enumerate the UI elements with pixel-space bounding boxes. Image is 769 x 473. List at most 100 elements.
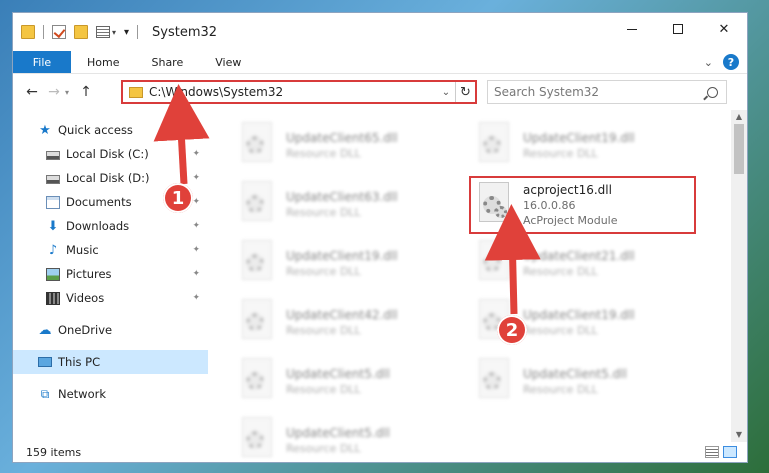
pin-icon[interactable]: ✦ bbox=[192, 293, 200, 303]
file-type: Resource DLL bbox=[523, 264, 598, 278]
nav-label: Local Disk (C:) bbox=[66, 147, 149, 161]
file-type: Resource DLL bbox=[286, 205, 361, 219]
pin-icon[interactable]: ✦ bbox=[192, 149, 200, 159]
close-button[interactable]: ✕ bbox=[701, 13, 747, 45]
file-description: AcProject Module bbox=[523, 214, 618, 227]
file-item[interactable]: UpdateClient65.dll Resource DLL bbox=[238, 118, 463, 172]
file-item[interactable]: UpdateClient19.dll Resource DLL bbox=[238, 236, 463, 290]
nav-this-pc[interactable]: This PC bbox=[13, 350, 208, 374]
pin-icon[interactable]: ✦ bbox=[192, 197, 200, 207]
dll-file-icon bbox=[238, 358, 276, 404]
recent-locations-icon[interactable]: ▾ bbox=[65, 88, 75, 97]
close-icon: ✕ bbox=[718, 21, 730, 37]
file-item[interactable]: UpdateClient21.dll Resource DLL bbox=[475, 236, 700, 290]
expand-ribbon-icon[interactable]: ⌄ bbox=[704, 56, 713, 69]
file-item-acproject16[interactable]: acproject16.dll 16.0.0.86 AcProject Modu… bbox=[475, 178, 700, 232]
pin-icon[interactable]: ✦ bbox=[192, 173, 200, 183]
file-name: UpdateClient5.dll bbox=[286, 425, 390, 440]
nav-quick-access[interactable]: ★ Quick access bbox=[13, 118, 208, 142]
star-icon: ★ bbox=[39, 122, 51, 138]
dll-file-icon bbox=[238, 181, 276, 227]
nav-label: Network bbox=[58, 387, 107, 401]
vertical-scrollbar[interactable]: ▲ ▼ bbox=[731, 110, 747, 442]
file-item[interactable]: UpdateClient19.dll Resource DLL bbox=[475, 118, 700, 172]
address-path[interactable]: C:\Windows\System32 bbox=[149, 85, 437, 99]
scroll-down-icon[interactable]: ▼ bbox=[731, 428, 747, 442]
file-name: UpdateClient21.dll bbox=[523, 248, 635, 263]
dll-file-icon bbox=[238, 240, 276, 286]
file-name: UpdateClient19.dll bbox=[286, 248, 398, 263]
file-name: UpdateClient65.dll bbox=[286, 130, 398, 145]
chevron-down-icon[interactable]: ▾ bbox=[112, 28, 116, 37]
navigation-pane: ★ Quick access Local Disk (C:) ✦ Local D… bbox=[13, 110, 208, 442]
folder-icon bbox=[129, 86, 143, 98]
properties-check-icon[interactable] bbox=[52, 25, 66, 39]
search-input[interactable]: Search System32 bbox=[487, 80, 727, 104]
computer-icon bbox=[38, 357, 52, 367]
back-arrow-icon[interactable]: ← bbox=[21, 84, 43, 100]
nav-network[interactable]: ⧉ Network bbox=[13, 382, 208, 406]
nav-onedrive[interactable]: ☁ OneDrive bbox=[13, 318, 208, 342]
tab-file[interactable]: File bbox=[13, 51, 71, 73]
file-type: Resource DLL bbox=[286, 382, 361, 396]
network-icon: ⧉ bbox=[40, 386, 50, 401]
nav-pictures[interactable]: Pictures ✦ bbox=[13, 262, 208, 286]
title-divider bbox=[137, 25, 139, 39]
help-icon[interactable]: ? bbox=[723, 54, 739, 70]
details-view-icon[interactable] bbox=[705, 446, 719, 458]
nav-label: Documents bbox=[66, 195, 132, 209]
file-type: Resource DLL bbox=[523, 382, 598, 396]
file-item[interactable]: UpdateClient63.dll Resource DLL bbox=[238, 177, 463, 231]
folder-icon bbox=[21, 25, 35, 39]
pin-icon[interactable]: ✦ bbox=[192, 245, 200, 255]
nav-videos[interactable]: Videos ✦ bbox=[13, 286, 208, 310]
cloud-icon: ☁ bbox=[38, 322, 52, 338]
file-item[interactable]: UpdateClient5.dll Resource DLL bbox=[238, 354, 463, 408]
tab-view[interactable]: View bbox=[199, 51, 257, 73]
tab-home[interactable]: Home bbox=[71, 51, 135, 73]
ribbon-right: ⌄ ? bbox=[704, 54, 739, 70]
file-name: UpdateClient19.dll bbox=[523, 130, 635, 145]
file-name: UpdateClient5.dll bbox=[286, 366, 390, 381]
explorer-body: ★ Quick access Local Disk (C:) ✦ Local D… bbox=[13, 110, 747, 457]
nav-music[interactable]: ♪ Music ✦ bbox=[13, 238, 208, 262]
nav-label: Videos bbox=[66, 291, 105, 305]
up-arrow-icon[interactable]: ↑ bbox=[75, 84, 97, 100]
search-placeholder: Search System32 bbox=[494, 85, 600, 99]
tab-share[interactable]: Share bbox=[135, 51, 199, 73]
forward-arrow-icon[interactable]: → bbox=[43, 84, 65, 100]
documents-icon bbox=[46, 195, 60, 209]
nav-downloads[interactable]: ⬇ Downloads ✦ bbox=[13, 214, 208, 238]
file-name: UpdateClient5.dll bbox=[523, 366, 627, 381]
item-count: 159 items bbox=[26, 445, 82, 459]
tiles-view-icon[interactable] bbox=[723, 446, 737, 458]
window-controls: ✕ bbox=[609, 13, 747, 45]
dll-file-icon bbox=[475, 240, 513, 286]
nav-label: OneDrive bbox=[58, 323, 113, 337]
pin-icon[interactable]: ✦ bbox=[192, 269, 200, 279]
maximize-button[interactable] bbox=[655, 13, 701, 45]
file-item[interactable]: UpdateClient5.dll Resource DLL bbox=[475, 354, 700, 408]
address-bar[interactable]: C:\Windows\System32 ⌄ ↻ bbox=[121, 80, 477, 104]
callout-step-1: 1 bbox=[163, 183, 193, 213]
download-icon: ⬇ bbox=[47, 218, 59, 234]
minimize-button[interactable] bbox=[609, 13, 655, 45]
nav-local-disk-c[interactable]: Local Disk (C:) ✦ bbox=[13, 142, 208, 166]
new-folder-icon[interactable] bbox=[74, 25, 88, 39]
chevron-down-icon[interactable]: ⌄ bbox=[437, 87, 455, 98]
scroll-thumb[interactable] bbox=[734, 124, 744, 174]
pin-icon[interactable]: ✦ bbox=[192, 221, 200, 231]
customize-toolbar-icon[interactable]: ▾ bbox=[124, 27, 129, 38]
file-name: UpdateClient42.dll bbox=[286, 307, 398, 322]
properties-icon[interactable] bbox=[96, 26, 110, 38]
address-row: ← → ▾ ↑ C:\Windows\System32 ⌄ ↻ Search S… bbox=[13, 74, 747, 110]
disk-icon bbox=[46, 150, 60, 160]
refresh-icon[interactable]: ↻ bbox=[455, 82, 475, 102]
window-title: System32 bbox=[152, 24, 218, 40]
scroll-up-icon[interactable]: ▲ bbox=[731, 110, 747, 124]
ribbon-tabs: File Home Share View ⌄ ? bbox=[13, 51, 747, 74]
file-item[interactable]: UpdateClient42.dll Resource DLL bbox=[238, 295, 463, 349]
disk-icon bbox=[46, 174, 60, 184]
minimize-icon bbox=[627, 28, 637, 30]
callout-step-2: 2 bbox=[497, 315, 527, 345]
